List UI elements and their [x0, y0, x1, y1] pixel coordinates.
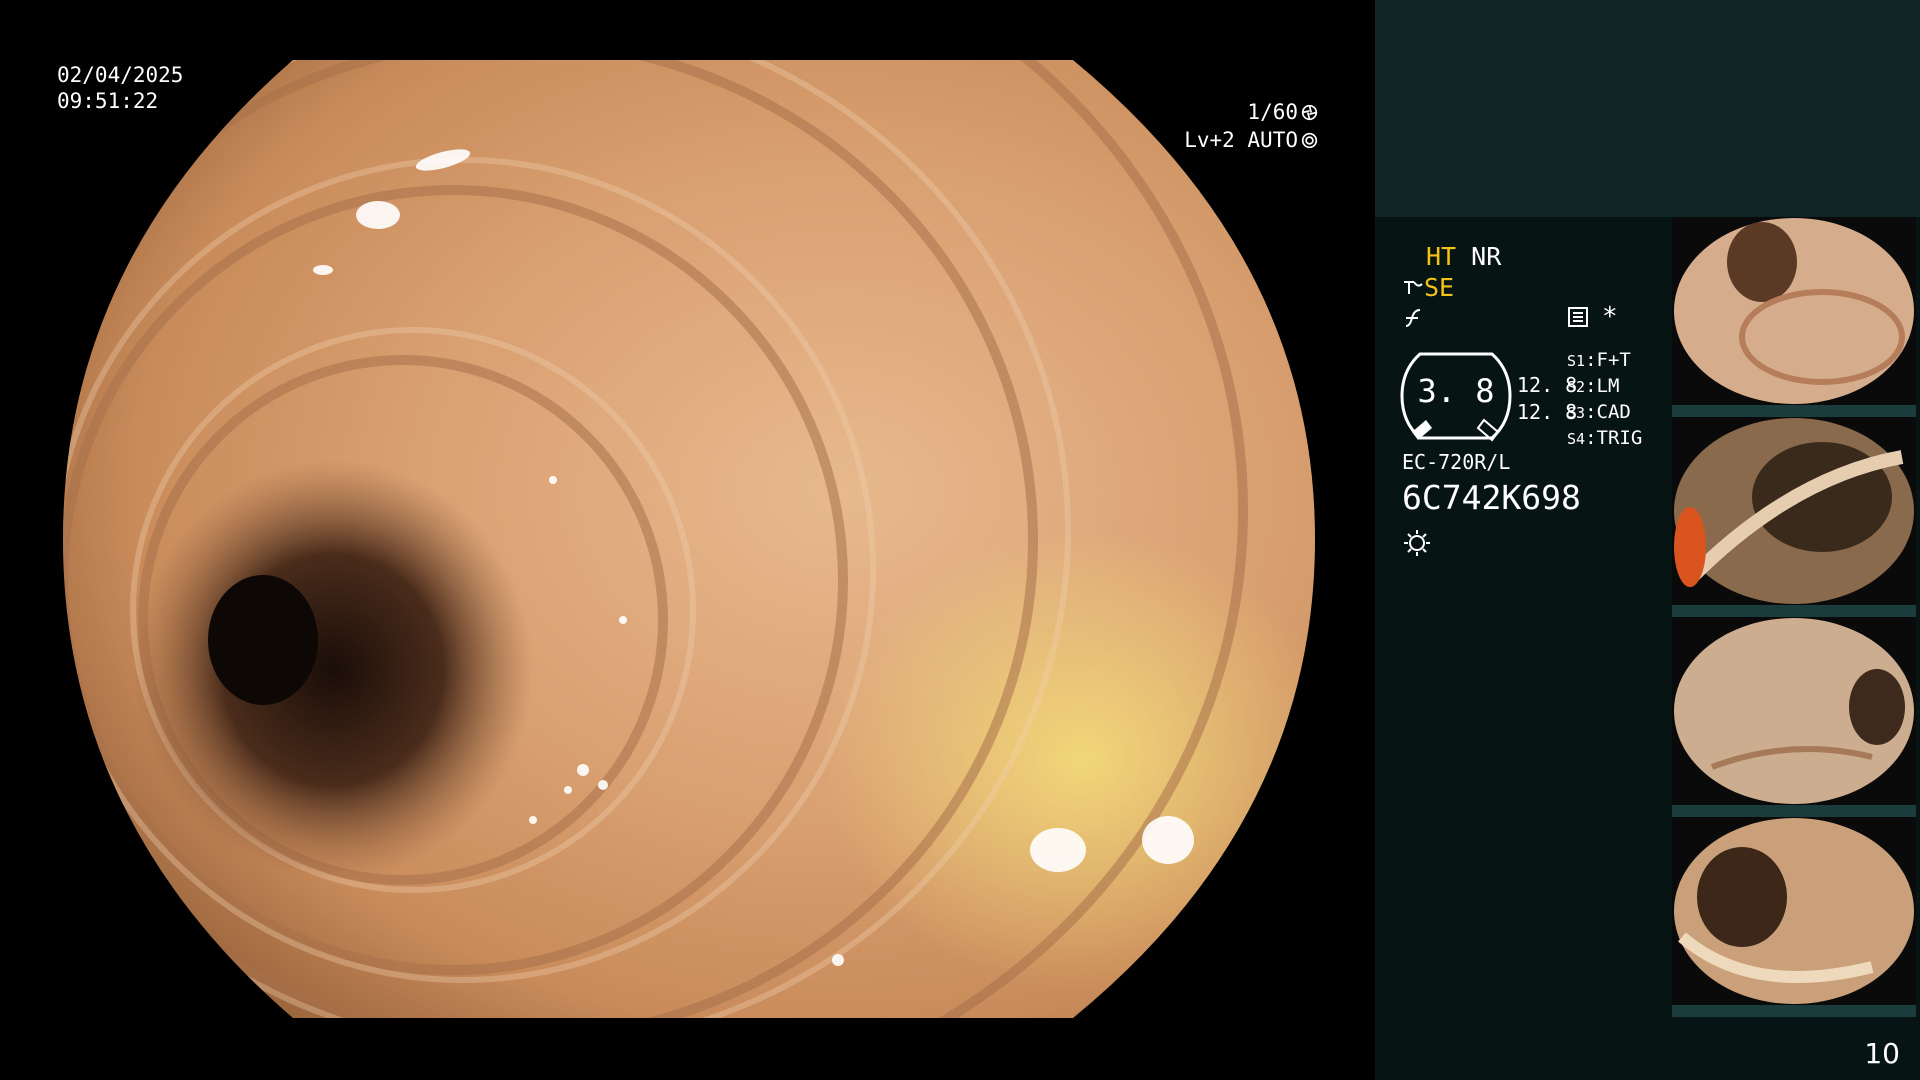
mode-se: SE	[1424, 273, 1455, 302]
aperture-icon	[1301, 104, 1318, 121]
captured-thumbnail[interactable]	[1670, 417, 1918, 617]
thumbnail-bar	[1672, 805, 1916, 817]
exposure-display: 1/60 Lv+2 AUTO	[1184, 98, 1318, 154]
scope-model: EC-720R/L	[1402, 450, 1511, 474]
switch-key: S1	[1567, 352, 1586, 370]
switch-row: S2:LM	[1567, 375, 1620, 397]
captured-thumbnail[interactable]	[1670, 817, 1918, 1017]
time-text: 09:51:22	[57, 89, 159, 113]
switch-key: S3	[1567, 404, 1586, 422]
se-row: SE	[1402, 273, 1454, 302]
switch-value: F+T	[1596, 349, 1631, 371]
switch-list: S1:F+T S2:LM S3:CAD S4:TRIG	[1567, 348, 1642, 452]
thumbnail-image	[1672, 417, 1916, 605]
thumbnail-image	[1672, 217, 1916, 405]
scope-serial: 6C742K698	[1402, 478, 1581, 517]
captured-thumbnail[interactable]	[1670, 617, 1918, 817]
thumbnail-image	[1672, 817, 1916, 1005]
exposure-row: Lv+2 AUTO	[1184, 126, 1318, 154]
mode-nr: NR	[1471, 242, 1502, 271]
thumbnail-image	[1672, 617, 1916, 805]
mode-ht: HT	[1426, 242, 1457, 271]
date-text: 02/04/2025	[57, 63, 184, 87]
captured-thumbnail[interactable]	[1670, 217, 1918, 417]
thumbnail-bar	[1672, 1005, 1916, 1017]
thumbnail-bar	[1672, 405, 1916, 417]
switch-row: S3:CAD	[1567, 401, 1631, 423]
switch-key: S2	[1567, 378, 1586, 396]
shutter-row: 1/60	[1184, 98, 1318, 126]
datetime-display: 02/04/2025 09:51:22	[57, 62, 183, 114]
light-source-icon	[1404, 530, 1430, 556]
scope-status-panel: HT NR SE * 3. 8 12. 8 12. 8 S1:F+T S2:LM…	[1400, 240, 1660, 560]
memo-icon	[1568, 307, 1588, 327]
switch-value: LM	[1596, 375, 1620, 397]
switch-key: S4	[1567, 430, 1586, 448]
page-number: 10	[1864, 1037, 1900, 1070]
side-panel-header	[1375, 0, 1920, 217]
endoscope-view	[63, 60, 1315, 1018]
thumbnail-bar	[1672, 605, 1916, 617]
structure-enhance-icon	[1404, 281, 1423, 294]
asterisk-marker: *	[1602, 302, 1618, 332]
shutter-text: 1/60	[1247, 100, 1298, 124]
switch-value: TRIG	[1596, 427, 1643, 449]
mode-row: HT NR	[1426, 242, 1501, 271]
switch-value: CAD	[1596, 401, 1631, 423]
gauge-value: 3. 8	[1417, 372, 1495, 410]
exposure-icon	[1301, 132, 1318, 149]
exposure-text: Lv+2 AUTO	[1184, 128, 1298, 152]
switch-row: S1:F+T	[1567, 349, 1631, 371]
switch-row: S4:TRIG	[1567, 427, 1643, 449]
f-curve-icon	[1402, 306, 1424, 336]
